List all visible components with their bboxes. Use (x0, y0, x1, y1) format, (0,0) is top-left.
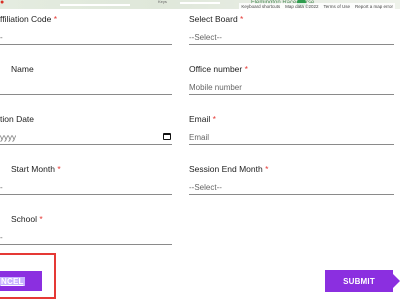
office-number-field: Office number * Mobile number (189, 64, 394, 98)
school-label: School * (11, 214, 43, 224)
office-number-input[interactable]: Mobile number (189, 82, 394, 95)
session-end-month-select[interactable]: --Select-- (189, 182, 394, 195)
session-start-month-select[interactable]: - (0, 182, 172, 195)
submit-button[interactable]: SUBMIT (325, 270, 393, 292)
name-field: Name (0, 64, 172, 98)
email-label: Email * (189, 114, 216, 124)
map-view[interactable]: ● Keys Flemington Racecourse Keyboard sh… (0, 0, 400, 9)
name-label: Name (11, 64, 34, 74)
email-field: Email * Email (189, 114, 394, 148)
cancel-button[interactable]: NCEL (0, 271, 42, 291)
map-road-label: Keys (158, 0, 167, 4)
school-input[interactable]: - (0, 232, 172, 245)
session-end-month-field: Session End Month * --Select-- (189, 164, 394, 198)
map-marker-icon: ● (0, 0, 5, 6)
date-field: tion Date yyyy (0, 114, 172, 148)
report-map-error-link[interactable]: Report a map error (355, 4, 393, 9)
cancel-label: NCEL (0, 276, 25, 286)
date-placeholder: yyyy (0, 133, 16, 142)
school-field: School * - (0, 214, 172, 248)
office-number-label: Office number * (189, 64, 248, 74)
session-start-month-label: Start Month * (11, 164, 61, 174)
terms-of-use-link[interactable]: Terms of Use (323, 4, 350, 9)
affiliation-code-field: ffiliation Code * - (0, 14, 172, 48)
date-input[interactable]: yyyy (0, 132, 172, 145)
affiliation-code-input[interactable]: - (0, 32, 172, 45)
date-label: tion Date (0, 114, 35, 124)
calendar-icon[interactable] (163, 133, 171, 140)
select-board-field: Select Board * --Select-- (189, 14, 394, 48)
name-input[interactable] (0, 82, 172, 95)
submit-arrow-icon (393, 274, 400, 288)
map-road (60, 4, 130, 6)
map-road (180, 2, 220, 4)
session-start-month-field: Start Month * - (0, 164, 172, 198)
email-input[interactable]: Email (189, 132, 394, 145)
map-data-text: Map data ©2022 (285, 4, 319, 9)
keyboard-shortcuts-link[interactable]: Keyboard shortcuts (241, 4, 280, 9)
select-board-select[interactable]: --Select-- (189, 32, 394, 45)
session-end-month-label: Session End Month * (189, 164, 269, 174)
select-board-label: Select Board * (189, 14, 244, 24)
affiliation-code-label: ffiliation Code * (0, 14, 58, 24)
map-attribution: Keyboard shortcuts Map data ©2022 Terms … (239, 3, 395, 9)
